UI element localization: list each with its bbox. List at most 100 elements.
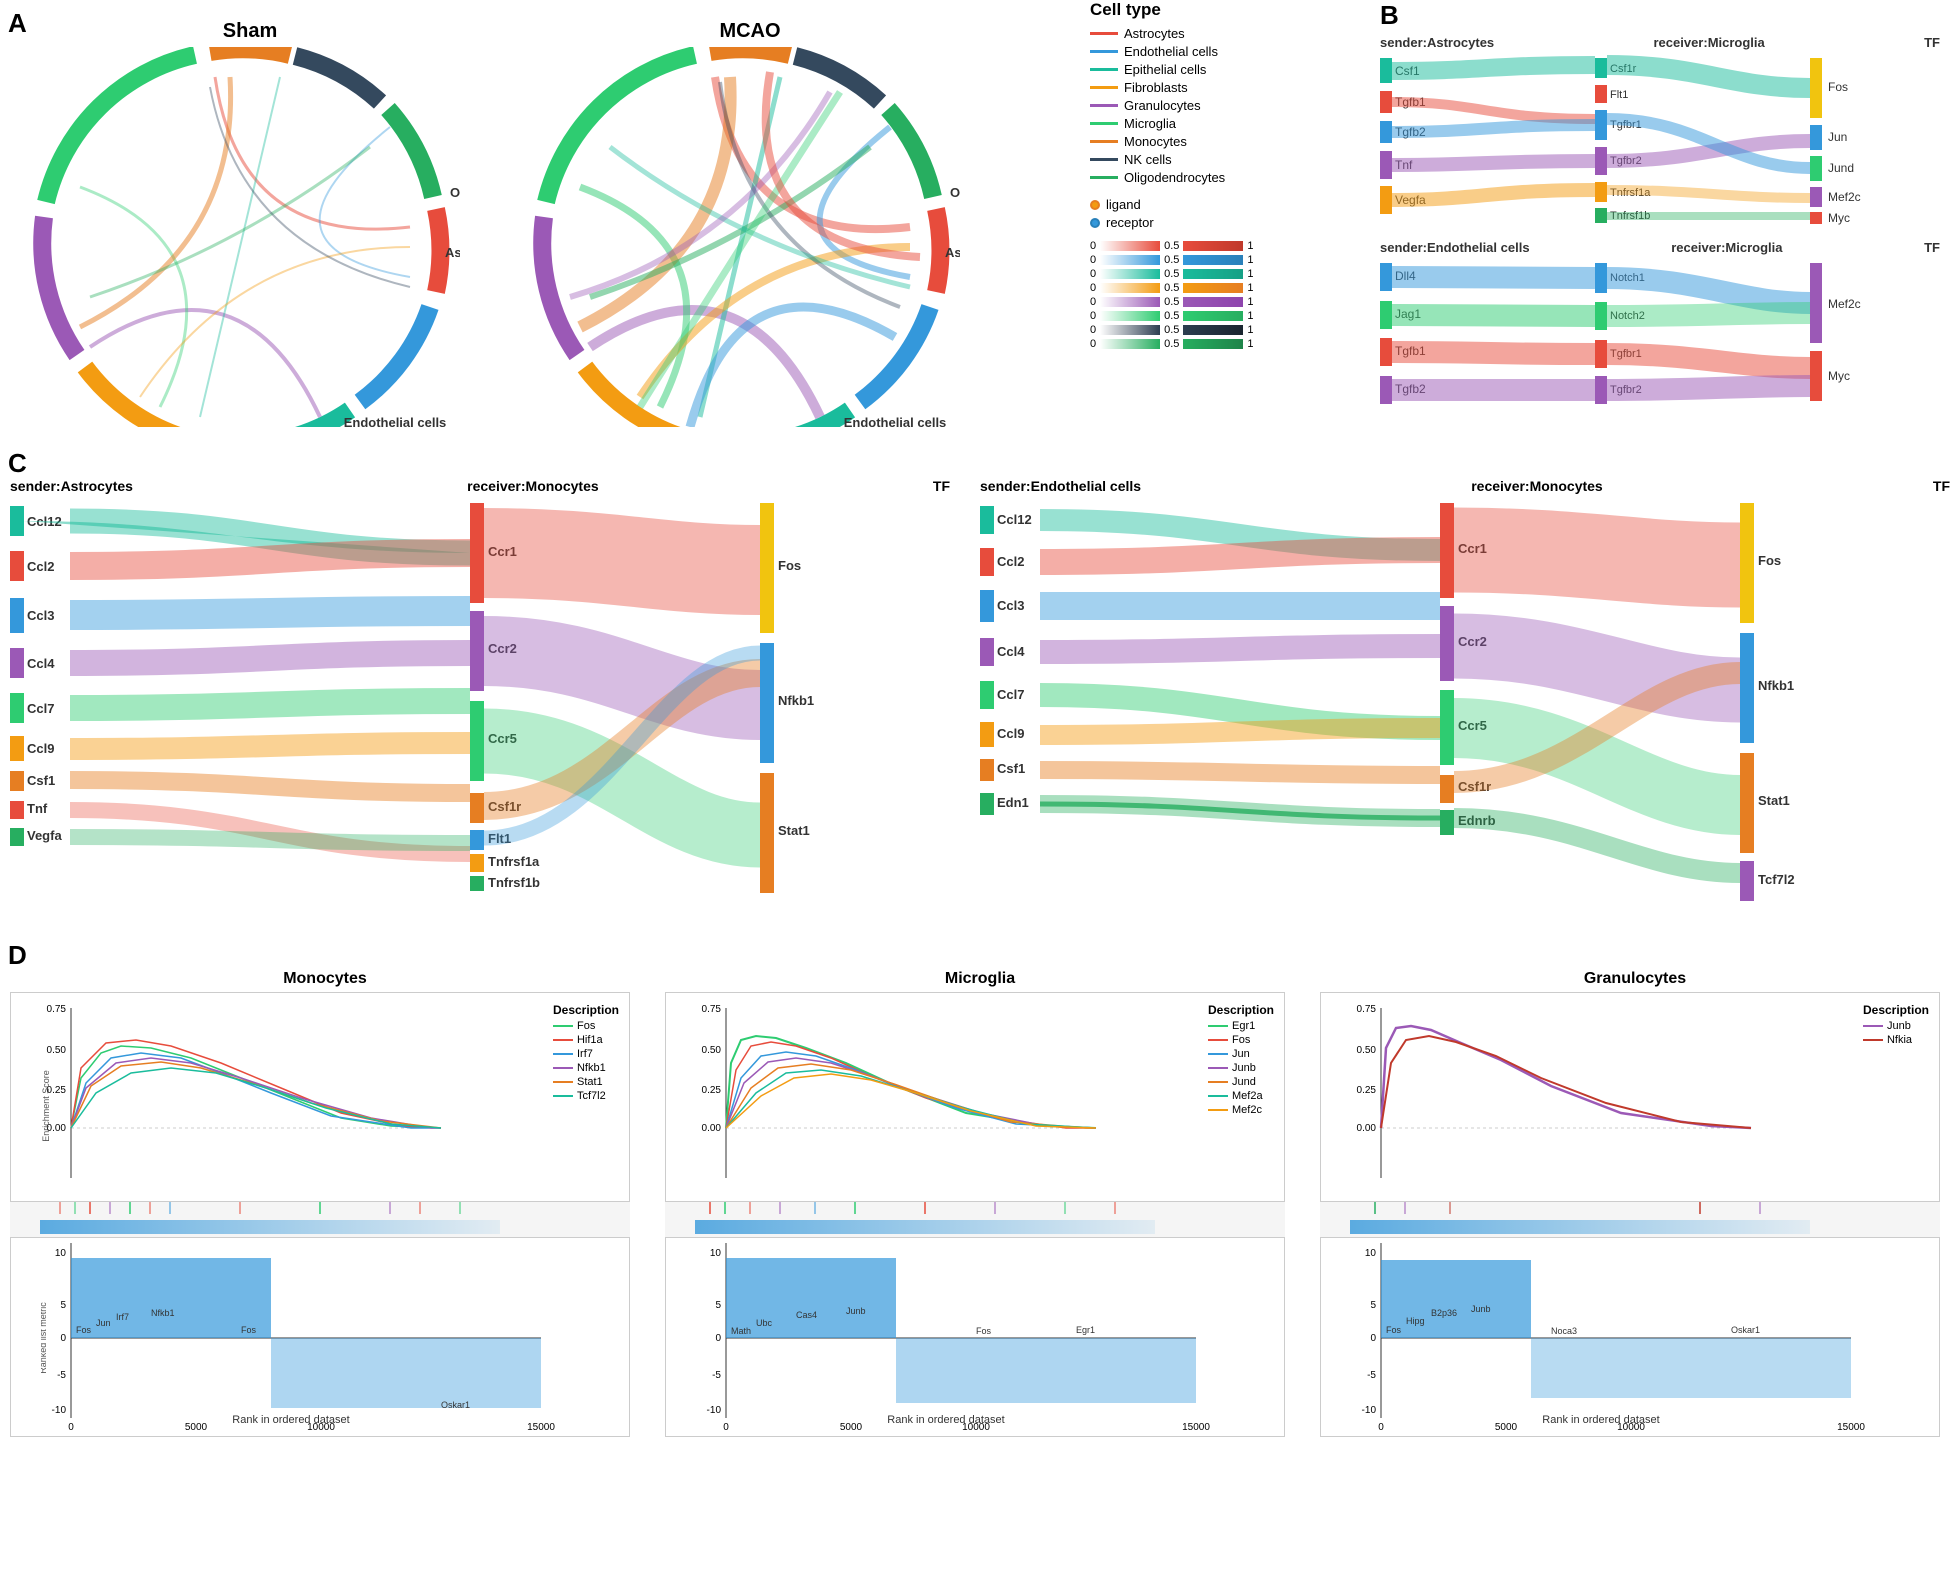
sankey-b-bot-receiver: receiver:Microglia: [1671, 240, 1782, 255]
stat1-legend-label: Stat1: [577, 1076, 603, 1088]
teal-gradient2: [1183, 269, 1243, 279]
granulocytes-ticks-svg: [1350, 1202, 1810, 1237]
monocytes-fos-legend: Fos: [553, 1020, 619, 1032]
recv-tgfbr1b: [1595, 340, 1607, 368]
monocytes-tcf7l2-legend: Tcf7l2: [553, 1090, 619, 1102]
epithelial-line: [1090, 68, 1118, 71]
sankey-b-bot-sender: sender:Endothelial cells: [1380, 240, 1530, 255]
panel-d: D Monocytes Description Fos Hif1a: [0, 940, 1960, 1578]
svg-text:10: 10: [55, 1248, 67, 1259]
granulocytes-nfkia-legend: Nfkia: [1863, 1034, 1929, 1046]
svg-text:Hipg: Hipg: [1406, 1316, 1425, 1326]
svg-text:Tnf: Tnf: [27, 801, 48, 816]
svg-text:Ccl9: Ccl9: [27, 741, 54, 756]
svg-text:0: 0: [1370, 1333, 1376, 1344]
ligand-label: ligand: [1106, 197, 1141, 212]
tf-myc-bot-label: Myc: [1828, 369, 1850, 383]
orange-gradient2: [1183, 283, 1243, 293]
svg-text:Fos: Fos: [1386, 1325, 1402, 1335]
legend-item-nk: NK cells: [1090, 152, 1370, 167]
granulocytes-ranked-plot: 10 5 0 -5 -10 0 5000 10000 15000 Fos Hip…: [1320, 1237, 1940, 1437]
granulocytes-desc-label: Description: [1863, 1003, 1929, 1017]
legend-panel: Cell type Astrocytes Endothelial cells E…: [1090, 0, 1370, 440]
oligo-line: [1090, 176, 1118, 179]
gradient-blue: 0 0.5 1: [1090, 254, 1370, 266]
sankey-b-bot-svg: Dll4 Jag1 Tgfb1 Tgfb2 Notch1 Notch2 Tgfb…: [1380, 258, 1940, 423]
junb-gran-icon: [1863, 1025, 1883, 1027]
svg-text:0.50: 0.50: [47, 1045, 67, 1056]
tf-jund-b-top: [1810, 156, 1822, 181]
svg-text:Fos: Fos: [976, 1326, 992, 1336]
jun-icon: [1208, 1053, 1228, 1055]
svg-text:Rank in ordered dataset: Rank in ordered dataset: [232, 1414, 349, 1426]
monocytes-line: [1090, 140, 1118, 143]
svg-text:Rank in ordered dataset: Rank in ordered dataset: [887, 1414, 1004, 1426]
svg-text:B2p36: B2p36: [1431, 1308, 1457, 1318]
svg-text:0: 0: [715, 1333, 721, 1344]
c-right-sender: sender:Endothelial cells: [980, 478, 1141, 494]
blue-gradient: [1100, 255, 1160, 265]
svg-text:-5: -5: [1367, 1370, 1376, 1381]
legend-title: Cell type: [1090, 0, 1370, 20]
svg-text:0.25: 0.25: [702, 1085, 722, 1096]
tf-myc-b-bot: [1810, 351, 1822, 401]
svg-text:Egr1: Egr1: [1076, 1325, 1095, 1335]
sankey-c-right-svg: Ccl12 Ccl2 Ccl3 Ccl4 Ccl7 Ccl9 Csf1 Edn1…: [980, 498, 1930, 913]
purple-gradient2: [1183, 297, 1243, 307]
purple-gradient: [1100, 297, 1160, 307]
microglia-enrichment-plot: Description Egr1 Fos Jun: [665, 992, 1285, 1202]
svg-text:-10: -10: [707, 1405, 722, 1416]
sender-tgfb1: [1380, 91, 1392, 113]
svg-text:Tnfrsf1a: Tnfrsf1a: [488, 854, 540, 869]
svg-text:Oskar1: Oskar1: [1731, 1325, 1760, 1335]
svg-text:0.00: 0.00: [702, 1123, 722, 1134]
fibroblasts-line: [1090, 86, 1118, 89]
blue-gradient2: [1183, 255, 1243, 265]
orange-gradient: [1100, 283, 1160, 293]
monocytes-stat1-legend: Stat1: [553, 1076, 619, 1088]
dg-gradient: [1100, 339, 1160, 349]
sham-title: Sham: [20, 20, 480, 43]
sankey-b-bot-tf: TF: [1924, 240, 1940, 255]
gradient-purple: 0 0.5 1: [1090, 296, 1370, 308]
svg-text:Vegfa: Vegfa: [27, 828, 62, 843]
svg-text:0.25: 0.25: [1357, 1085, 1377, 1096]
monocytes-enrichment-svg: 0.75 0.50 0.25 0.00: [41, 998, 471, 1198]
irf7-line-icon: [553, 1053, 573, 1055]
nk-label: NK cells: [1124, 152, 1172, 167]
green-gradient: [1100, 311, 1160, 321]
svg-text:15000: 15000: [527, 1422, 555, 1433]
tf-jun-label: Jun: [1828, 130, 1847, 144]
legend-item-granulocytes: Granulocytes: [1090, 98, 1370, 113]
svg-text:Junb: Junb: [1471, 1304, 1491, 1314]
svg-text:Junb: Junb: [846, 1306, 866, 1316]
gradient-orange: 0 0.5 1: [1090, 282, 1370, 294]
egr1-icon: [1208, 1025, 1228, 1027]
microglia-egr1-legend: Egr1: [1208, 1020, 1274, 1032]
monocytes-nfkb1-legend: Nfkb1: [553, 1062, 619, 1074]
jun-label: Jun: [1232, 1048, 1250, 1060]
red-gradient: [1100, 241, 1160, 251]
astrocytes-line: [1090, 32, 1118, 35]
svg-text:5000: 5000: [1495, 1422, 1518, 1433]
svg-text:Fos: Fos: [76, 1325, 92, 1335]
svg-text:0: 0: [1378, 1422, 1384, 1433]
svg-text:0: 0: [723, 1422, 729, 1433]
svg-text:Fos: Fos: [778, 558, 801, 573]
gradient-darkblue: 0 0.5 1: [1090, 324, 1370, 336]
c-left-receiver: receiver:Monocytes: [467, 478, 599, 494]
sender-csf1: [1380, 58, 1392, 83]
svg-text:Csf1: Csf1: [997, 761, 1025, 776]
svg-text:0.75: 0.75: [702, 1004, 722, 1015]
microglia-junb-legend: Junb: [1208, 1062, 1274, 1074]
svg-text:Stat1: Stat1: [1758, 793, 1790, 808]
recv-notch2: [1595, 302, 1607, 330]
figure-container: A Sham: [0, 0, 1960, 1578]
microglia-title: Microglia: [665, 970, 1295, 988]
legend-item-endothelial: Endothelial cells: [1090, 44, 1370, 59]
svg-text:Oskar1: Oskar1: [441, 1400, 470, 1410]
legend-item-epithelial: Epithelial cells: [1090, 62, 1370, 77]
tf-mef2c-b-bot: [1810, 263, 1822, 343]
legend-item-monocytes: Monocytes: [1090, 134, 1370, 149]
mef2a-icon: [1208, 1095, 1228, 1097]
